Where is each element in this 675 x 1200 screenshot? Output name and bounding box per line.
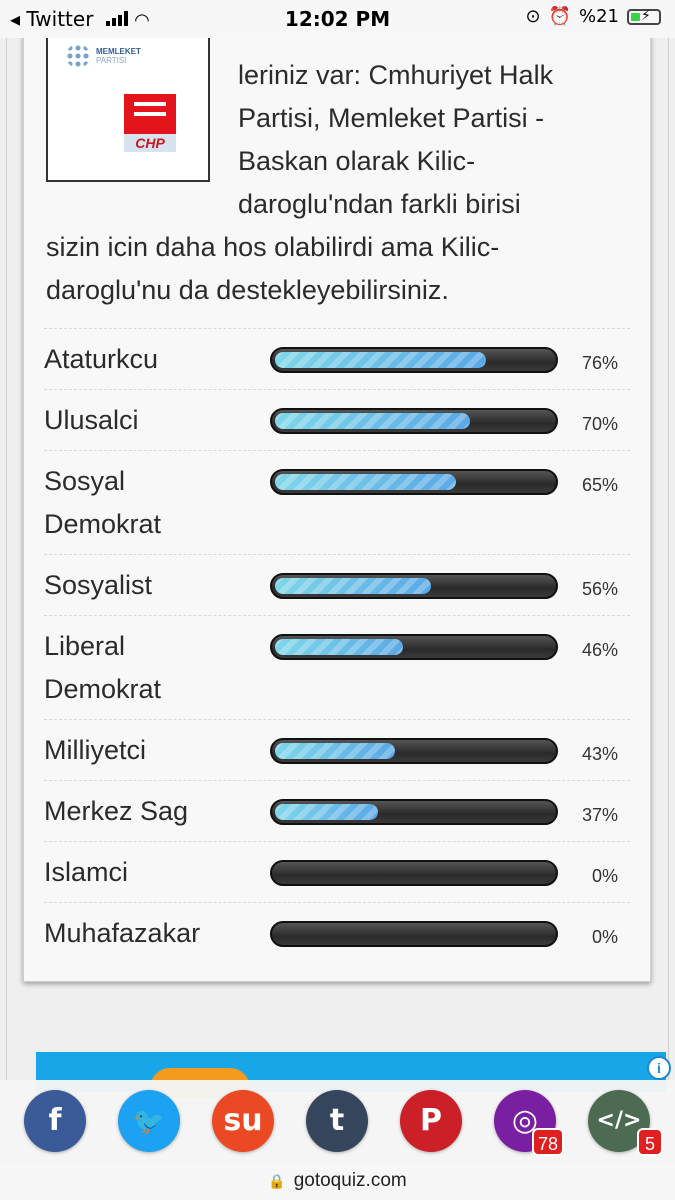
result-label: Ataturkcu — [44, 344, 159, 374]
result-percent: 46% — [581, 640, 618, 660]
intro-line: leriniz var: Cmhuriyet Halk — [238, 60, 554, 90]
result-percent: 0% — [591, 927, 618, 947]
twitter-icon: 🐦 — [132, 1107, 166, 1137]
memleket-name: MEMLEKET — [96, 47, 141, 56]
intro-line: daroglu'nu da destekleyebilirsiniz. — [46, 275, 449, 305]
intro-line: Partisi, Memleket Partisi - — [238, 103, 545, 133]
battery-icon: ⚡ — [627, 8, 661, 25]
memleket-emblem-icon — [66, 44, 90, 68]
result-bar-fill — [275, 413, 470, 429]
result-row: Ataturkcu 76% — [44, 328, 630, 390]
result-row: Milliyetci 43% — [44, 719, 630, 781]
chp-label: CHP — [124, 134, 176, 152]
result-percent: 56% — [581, 579, 618, 599]
ad-info-icon[interactable]: i — [647, 1056, 671, 1080]
result-bar — [270, 860, 558, 886]
twitter-share-button[interactable]: 🐦 — [118, 1090, 180, 1152]
result-bar-fill — [275, 474, 456, 490]
result-label: Sosyal Demokrat — [44, 466, 162, 539]
result-percent: 0% — [591, 866, 618, 886]
result-bar — [270, 347, 558, 373]
result-percent: 43% — [581, 744, 618, 764]
result-percent: 65% — [581, 475, 618, 495]
result-row: Sosyal Demokrat 65% — [44, 450, 630, 555]
result-label: Merkez Sag — [44, 796, 189, 826]
chp-logo: CHP — [124, 94, 176, 152]
result-bar-fill — [275, 352, 486, 368]
result-row: Merkez Sag 37% — [44, 780, 630, 842]
facebook-icon: f — [48, 1103, 62, 1138]
lock-icon: 🔒 — [268, 1173, 286, 1189]
status-bar: ◂ Twitter ◠ 12:02 PM ⊙ ⏰ %21 ⚡ — [0, 0, 675, 38]
embed-count-badge: 5 — [637, 1128, 663, 1156]
memleket-logo: MEMLEKET PARTISI — [66, 44, 141, 68]
result-percent: 76% — [581, 353, 618, 373]
result-label: Milliyetci — [44, 735, 147, 765]
share-bar: f 🐦 su t P ◎ </> — [0, 1080, 675, 1164]
result-row: Islamci 0% — [44, 841, 630, 903]
orientation-lock-icon: ⊙ — [525, 6, 541, 27]
battery-percent: %21 — [578, 6, 619, 27]
result-bar-fill — [275, 578, 431, 594]
result-bar-fill — [275, 639, 403, 655]
result-bar — [270, 799, 558, 825]
result-label: Ulusalci — [44, 405, 139, 435]
stumbleupon-share-button[interactable]: su — [212, 1090, 274, 1152]
alarm-icon: ⏰ — [548, 6, 571, 27]
result-row: Ulusalci 70% — [44, 389, 630, 451]
result-label: Liberal Demokrat — [44, 631, 162, 704]
result-row: Sosyalist 56% — [44, 554, 630, 616]
memleket-sub: PARTISI — [96, 56, 127, 65]
pinterest-share-button[interactable]: P — [400, 1090, 462, 1152]
stumbleupon-icon: su — [223, 1103, 263, 1138]
page-edge — [6, 0, 7, 1080]
tumblr-share-button[interactable]: t — [306, 1090, 368, 1152]
screenshot-count-badge: 78 — [532, 1128, 565, 1156]
page-edge — [668, 0, 669, 1080]
url-text: gotoquiz.com — [293, 1170, 407, 1191]
result-bar-fill — [275, 804, 378, 820]
code-icon: </> — [596, 1108, 642, 1133]
result-bar — [270, 921, 558, 947]
result-row: Muhafazakar 0% — [44, 902, 630, 964]
chp-flag-icon — [124, 94, 176, 134]
result-percent: 37% — [581, 805, 618, 825]
result-bar-fill — [275, 743, 395, 759]
result-label: Islamci — [44, 857, 129, 887]
result-label: Sosyalist — [44, 570, 153, 600]
result-row: Liberal Demokrat 46% — [44, 615, 630, 720]
result-bar — [270, 408, 558, 434]
intro-line: sizin icin daha hos olabilirdi ama Kilic… — [46, 232, 500, 262]
url-bar[interactable]: 🔒 gotoquiz.com — [0, 1164, 675, 1200]
intro-line: daroglu'ndan farkli birisi — [238, 189, 521, 219]
result-percent: 70% — [581, 414, 618, 434]
pinterest-icon: P — [420, 1103, 442, 1138]
result-bar — [270, 634, 558, 660]
result-bar — [270, 573, 558, 599]
intro-line: Baskan olarak Kilic- — [238, 146, 476, 176]
tumblr-icon: t — [329, 1103, 345, 1138]
party-logo-image: MEMLEKET PARTISI CHP — [46, 28, 210, 182]
result-label: Muhafazakar — [44, 918, 201, 948]
result-bar — [270, 738, 558, 764]
result-bar — [270, 469, 558, 495]
facebook-share-button[interactable]: f — [24, 1090, 86, 1152]
